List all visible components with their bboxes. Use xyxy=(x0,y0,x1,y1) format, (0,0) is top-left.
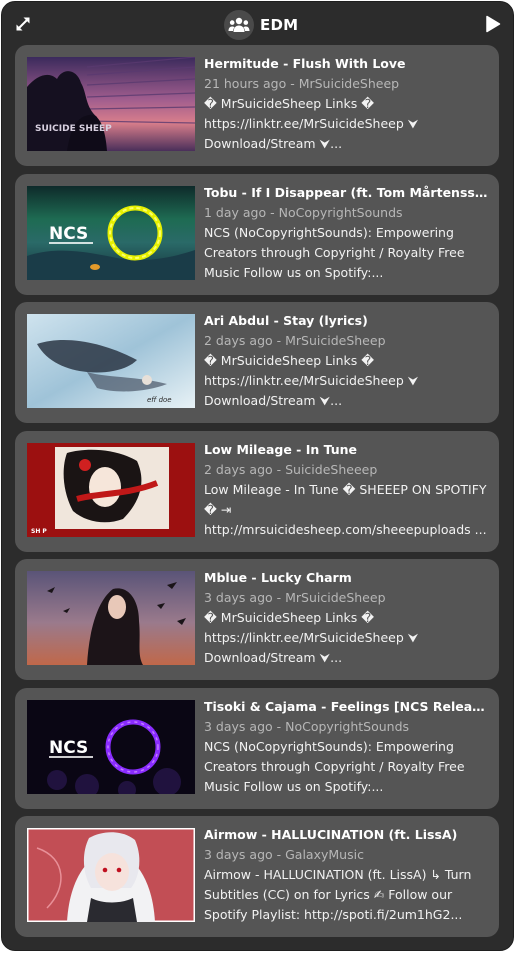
video-info: Ari Abdul - Stay (lyrics) 2 days ago - M… xyxy=(204,312,489,411)
video-thumbnail: SUICIDE SHEEP xyxy=(27,57,195,151)
video-title: Mblue - Lucky Charm xyxy=(204,570,352,585)
video-card[interactable]: Airmow - HALLUCINATION (ft. LissA) 3 day… xyxy=(15,816,499,937)
thumb-overlay-text: eff doe xyxy=(147,396,172,404)
video-meta: 3 days ago - GalaxyMusic xyxy=(204,847,364,862)
thumb-overlay-text: NCS xyxy=(49,224,88,244)
group-avatar xyxy=(224,10,254,40)
video-meta: 3 days ago - NoCopyrightSounds xyxy=(204,718,410,734)
people-group-icon xyxy=(228,17,250,32)
video-title: Low Mileage - In Tune xyxy=(204,441,358,457)
video-card[interactable]: eff doe Ari Abdul - Stay (lyrics) 2 days… xyxy=(15,302,499,423)
video-description: Airmow - HALLUCINATION (ft. LissA) ↳ Tur… xyxy=(204,867,472,922)
video-card[interactable]: Mblue - Lucky Charm 3 days ago - MrSuici… xyxy=(15,559,499,680)
video-list: SUICIDE SHEEP Hermitude - Flush With Lov… xyxy=(15,45,499,945)
video-meta: 21 hours ago - MrSuicideSheep xyxy=(204,76,400,91)
play-button[interactable] xyxy=(485,15,501,33)
video-meta: 2 days ago - SuicideSheeep xyxy=(204,461,378,477)
video-meta: 1 day ago - NoCopyrightSounds xyxy=(204,204,403,220)
playlist-widget: EDM SUICIDE SHEEP Hermitude - Flush With… xyxy=(1,1,514,951)
video-title: Hermitude - Flush With Love xyxy=(204,56,406,71)
thumb-overlay-text: NCS xyxy=(49,738,88,758)
video-description: � MrSuicideSheep Links � https://linktr.… xyxy=(204,353,419,408)
video-title: Airmow - HALLUCINATION (ft. LissA) xyxy=(204,827,458,842)
video-info: Tisoki & Cajama - Feelings [NCS Release]… xyxy=(204,698,489,797)
video-info: Mblue - Lucky Charm 3 days ago - MrSuici… xyxy=(204,569,489,668)
video-thumbnail: eff doe xyxy=(27,314,195,408)
playlist-title-area: EDM xyxy=(224,10,298,40)
expand-arrows-icon xyxy=(16,17,30,31)
video-description: NCS (NoCopyrightSounds): Empowering Crea… xyxy=(204,738,465,794)
widget-header: EDM xyxy=(2,2,513,44)
video-description: Low Mileage - In Tune � SHEEEP ON SPOTIF… xyxy=(204,481,487,537)
video-meta: 3 days ago - MrSuicideSheep xyxy=(204,590,386,605)
video-info: Airmow - HALLUCINATION (ft. LissA) 3 day… xyxy=(204,826,489,925)
video-title: Tobu - If I Disappear (ft. Tom Mårtensso… xyxy=(204,184,489,200)
video-description: NCS (NoCopyrightSounds): Empowering Crea… xyxy=(204,224,465,280)
video-meta: 2 days ago - MrSuicideSheep xyxy=(204,333,386,348)
video-description: � MrSuicideSheep Links � https://linktr.… xyxy=(204,610,419,665)
video-thumbnail xyxy=(27,571,195,665)
video-info: Low Mileage - In Tune 2 days ago - Suici… xyxy=(204,441,489,540)
expand-button[interactable] xyxy=(14,15,32,33)
video-title: Tisoki & Cajama - Feelings [NCS Release] xyxy=(204,698,489,714)
video-description: � MrSuicideSheep Links � https://linktr.… xyxy=(204,96,419,151)
video-info: Tobu - If I Disappear (ft. Tom Mårtensso… xyxy=(204,184,489,283)
video-card[interactable]: NCS Tobu - If I Disappear (ft. Tom Mårte… xyxy=(15,173,499,295)
video-card[interactable]: SUICIDE SHEEP Hermitude - Flush With Lov… xyxy=(15,45,499,166)
video-thumbnail: SH P xyxy=(27,442,195,537)
thumb-overlay-text: SUICIDE SHEEP xyxy=(35,124,112,134)
video-thumbnail: NCS xyxy=(27,699,195,794)
thumb-overlay-text: SH P xyxy=(31,528,47,535)
video-thumbnail: NCS xyxy=(27,185,195,280)
video-title: Ari Abdul - Stay (lyrics) xyxy=(204,313,368,328)
playlist-title: EDM xyxy=(260,16,299,34)
video-card[interactable]: SH P Low Mileage - In Tune 2 days ago - … xyxy=(15,430,499,552)
video-card[interactable]: NCS Tisoki & Cajama - Feelings [NCS Rele… xyxy=(15,687,499,809)
play-icon xyxy=(486,15,501,33)
video-info: Hermitude - Flush With Love 21 hours ago… xyxy=(204,55,489,154)
video-thumbnail xyxy=(27,828,195,922)
